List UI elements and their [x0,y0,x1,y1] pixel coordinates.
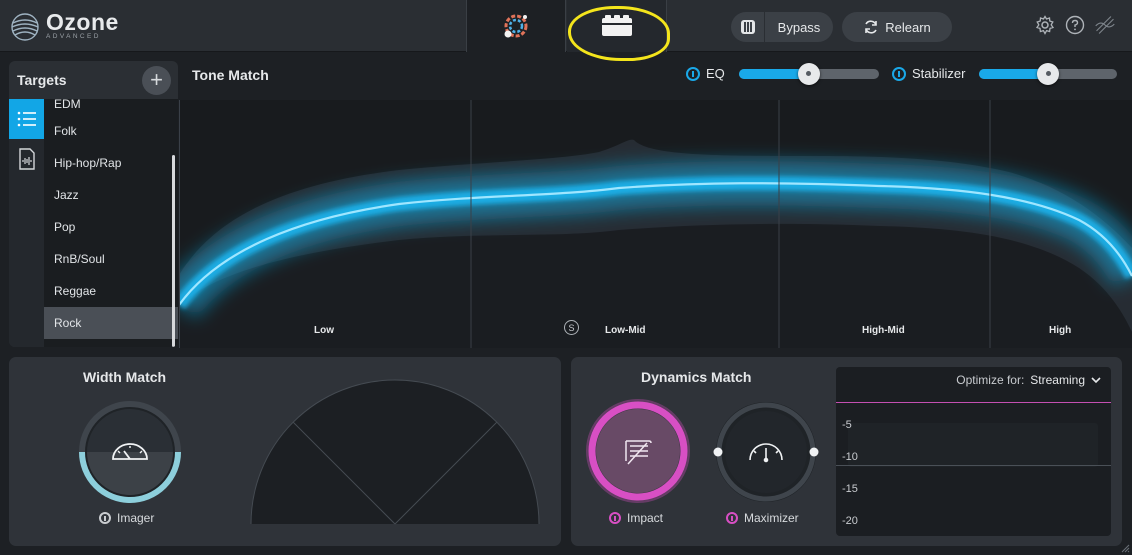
top-right-icons [1034,14,1116,36]
imager-label: Imager [117,511,155,525]
relearn-button[interactable]: Relearn [842,12,952,42]
add-target-button[interactable]: + [142,65,171,95]
master-assistant-icon [504,14,528,38]
stereo-field-display [250,379,540,525]
bypass-button[interactable]: Bypass [765,20,833,35]
help-button[interactable] [1064,14,1086,36]
genre-item[interactable]: Folk [44,115,178,147]
help-icon [1065,15,1085,35]
genre-item[interactable]: EDM [44,99,178,115]
app-name: Ozone [46,9,119,35]
band-label-high-mid: High-Mid [862,325,905,336]
width-match-title: Width Match [83,369,167,385]
dynamics-meter: Optimize for: Streaming -5 -10 -15 -20 [836,367,1111,536]
audio-file-icon [18,148,35,170]
imager-knob[interactable] [77,399,183,505]
maximizer-knob[interactable] [713,399,819,505]
stabilizer-label: Stabilizer [912,66,966,81]
imager-control-label: Imager [99,511,154,525]
tab-reference-file[interactable] [9,139,44,179]
chevron-down-icon[interactable] [1091,376,1101,384]
eq-power-toggle[interactable] [686,66,700,81]
db-tick: -5 [842,419,852,431]
ozone-logo: Ozone ADVANCED [10,10,119,44]
target-level-line [836,402,1111,403]
bypass-group: Bypass [731,12,833,42]
tone-curve-graph [179,100,1132,348]
genre-list: EDM Folk Hip-hop/Rap Jazz Pop RnB/Soul R… [44,99,178,347]
genre-item[interactable]: Pop [44,211,178,243]
tone-match-display[interactable]: Low S Low-Mid High-Mid High [179,100,1132,348]
genre-item[interactable]: RnB/Soul [44,243,178,275]
impact-knob[interactable] [585,398,691,504]
eq-slider-handle[interactable] [797,62,820,85]
stabilizer-control: Stabilizer [892,62,1118,85]
stabilizer-slider-handle[interactable] [1037,62,1060,85]
top-bar: Ozone ADVANCED Bypass Relearn [0,0,1132,61]
ozone-app: Ozone ADVANCED Bypass Relearn Targets + … [0,0,1132,555]
tone-match-title: Tone Match [192,67,269,83]
relearn-label: Relearn [885,19,931,35]
refresh-icon [865,20,878,34]
band-label-low: Low [314,325,334,336]
solo-button[interactable]: S [564,320,579,335]
db-tick: -20 [842,515,858,527]
band-label-low-mid: Low-Mid [605,325,646,336]
tab-master-assistant[interactable] [466,0,566,52]
tab-genre-list[interactable] [9,99,44,139]
resize-grip-icon[interactable] [1120,543,1130,553]
settings-button[interactable] [1034,14,1056,36]
genre-item[interactable]: Jazz [44,179,178,211]
izotope-icon [1095,16,1115,34]
stabilizer-power-toggle[interactable] [892,66,906,81]
izotope-link-button[interactable] [1094,14,1116,36]
genre-item[interactable]: Reggae [44,275,178,307]
imager-power-toggle[interactable] [99,512,111,524]
db-tick: -10 [842,451,858,463]
plus-icon: + [150,67,163,92]
targets-panel: Targets + EDM Folk Hip-hop/Rap Jazz Pop … [9,61,178,347]
gear-icon [1035,15,1055,35]
eq-control: EQ [686,62,879,85]
ozone-logo-icon [11,13,39,41]
mixer-icon [740,20,755,34]
width-match-panel: Width Match Imager [9,357,561,546]
genre-item-selected[interactable]: Rock [44,307,178,339]
dynamics-range-band [848,423,1098,467]
genre-item[interactable]: Hip-hop/Rap [44,147,178,179]
maximizer-label: Maximizer [744,511,799,525]
optimize-for-control: Optimize for: Streaming [956,373,1101,387]
modules-icon [601,15,632,36]
maximizer-power-toggle[interactable] [726,512,738,524]
band-label-high: High [1049,325,1072,336]
tab-modules[interactable] [567,0,667,52]
maximizer-control-label: Maximizer [726,511,799,525]
optimize-for-select[interactable]: Streaming [1030,373,1085,387]
genre-scrollbar[interactable] [172,155,175,347]
db-tick: -15 [842,483,858,495]
targets-side-tabs [9,99,44,347]
dynamics-match-title: Dynamics Match [641,369,752,385]
eq-slider[interactable] [738,62,879,85]
impact-control-label: Impact [609,511,663,525]
targets-title: Targets [17,72,67,88]
optimize-for-label: Optimize for: [956,373,1025,387]
impact-power-toggle[interactable] [609,512,621,524]
stabilizer-slider[interactable] [979,62,1118,85]
eq-label: EQ [706,66,725,81]
compare-button[interactable] [731,12,765,42]
list-icon [17,111,36,127]
meter-divider [836,465,1111,466]
impact-label: Impact [627,511,664,525]
